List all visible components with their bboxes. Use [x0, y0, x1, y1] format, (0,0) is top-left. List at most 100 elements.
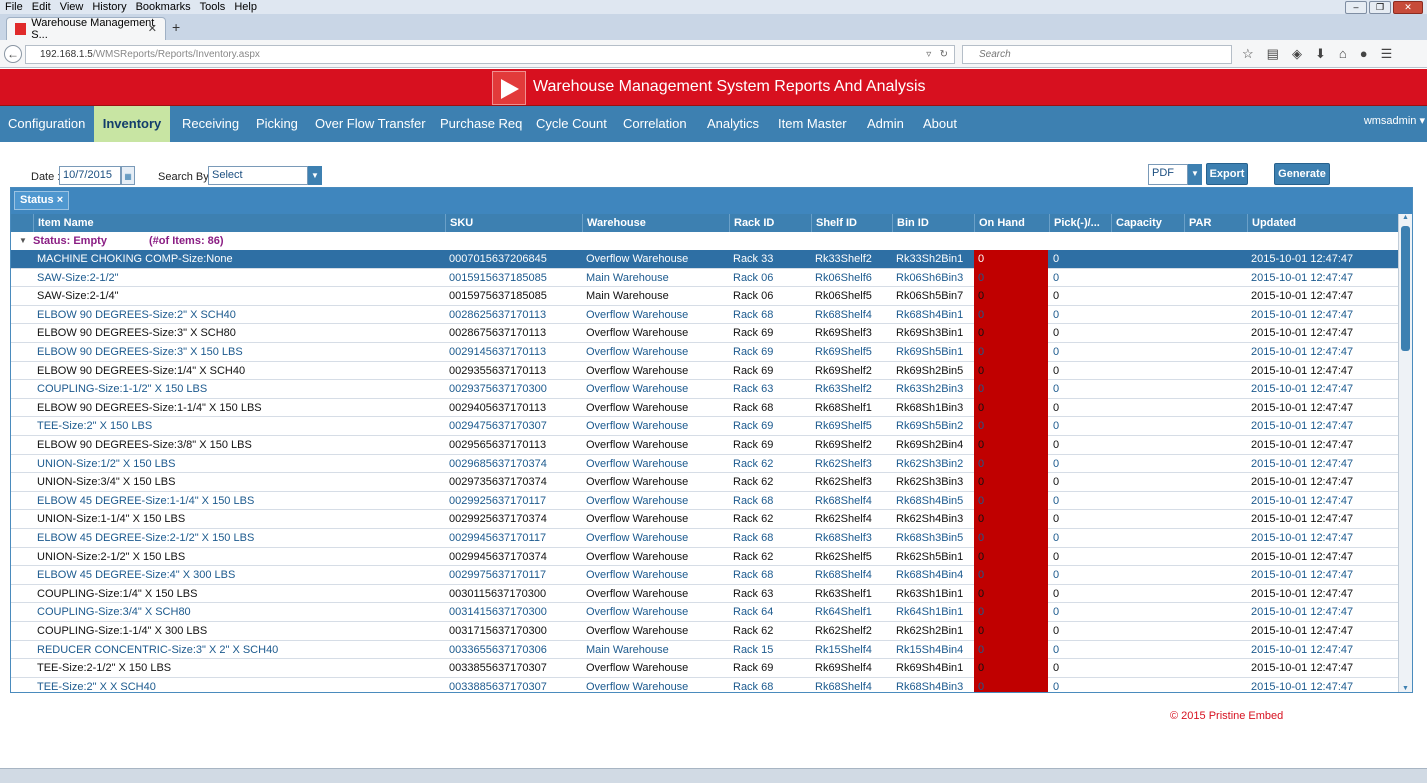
column-header[interactable]: Rack ID [729, 214, 809, 232]
table-row[interactable]: COUPLING-Size:1/4" X 150 LBS 003011563717… [11, 584, 1398, 604]
table-cell: Rk63Sh1Bin1 [896, 587, 964, 600]
scroll-down-icon[interactable]: ▼ [1402, 685, 1409, 692]
calendar-icon[interactable]: ▦ [121, 166, 135, 185]
group-chip-status[interactable]: Status × [14, 191, 70, 210]
format-chevron-icon[interactable]: ▼ [1188, 164, 1202, 185]
table-row[interactable]: ELBOW 90 DEGREES-Size:1-1/4" X 150 LBS 00… [11, 398, 1398, 418]
table-row[interactable]: UNION-Size:1-1/4" X 150 LBS 0029925637170… [11, 510, 1398, 529]
table-cell: 0 [974, 436, 1048, 455]
table-cell: Rack 68 [733, 308, 774, 321]
new-tab-icon[interactable]: + [172, 19, 180, 35]
chat-icon[interactable]: ● [1360, 46, 1368, 62]
group-row[interactable]: ▼ Status: Empty (#of Items: 86) [11, 232, 1398, 250]
export-button[interactable]: Export [1206, 163, 1248, 185]
table-row[interactable]: ELBOW 45 DEGREE-Size:1-1/4" X 150 LBS 002… [11, 491, 1398, 511]
column-header[interactable]: Pick(-)/... [1049, 214, 1109, 232]
column-header[interactable]: Item Name [33, 214, 443, 232]
column-header[interactable]: Capacity [1111, 214, 1183, 232]
table-row[interactable]: TEE-Size:2" X X SCH40 0033885637170307 Ove… [11, 677, 1398, 692]
browser-tab[interactable]: Warehouse Management S... ✕ [6, 17, 166, 41]
table-row[interactable]: ELBOW 90 DEGREES-Size:3" X 150 LBS 002914… [11, 343, 1398, 362]
menu-tools[interactable]: Tools [200, 1, 226, 13]
table-cell: 0 [1053, 346, 1060, 358]
nav-correlation[interactable]: Correlation [623, 106, 687, 142]
table-row[interactable]: MACHINE CHOKING COMP-Size:None 0007015637… [11, 250, 1398, 269]
url-bar[interactable]: 192.168.1.5/WMSReports/Reports/Inventory… [25, 45, 955, 64]
menu-file[interactable]: File [5, 1, 23, 13]
reload-icon[interactable]: ▿ ↻ [926, 46, 948, 63]
scroll-up-icon[interactable]: ▲ [1402, 214, 1409, 221]
table-row[interactable]: ELBOW 90 DEGREES-Size:1/4" X SCH40 002935… [11, 361, 1398, 381]
column-header[interactable]: Shelf ID [811, 214, 891, 232]
nav-analytics[interactable]: Analytics [707, 106, 759, 142]
table-row[interactable]: UNION-Size:1/2" X 150 LBS 002968563717037… [11, 454, 1398, 474]
vertical-scrollbar[interactable]: ▲ ▼ [1398, 214, 1412, 692]
user-menu[interactable]: wmsadmin ▾ [1364, 114, 1425, 127]
table-row[interactable]: ELBOW 90 DEGREES-Size:3" X SCH80 00286756… [11, 324, 1398, 343]
bookmark-star-icon[interactable]: ☆ [1242, 46, 1254, 62]
close-icon[interactable]: ✕ [1393, 1, 1423, 14]
column-header[interactable]: On Hand [974, 214, 1048, 232]
table-row[interactable]: COUPLING-Size:1-1/4" X 300 LBS 0031715637… [11, 622, 1398, 641]
nav-about[interactable]: About [923, 106, 957, 142]
restore-icon[interactable]: ❐ [1369, 1, 1391, 14]
browser-search-input[interactable]: Search [962, 45, 1232, 64]
table-row[interactable]: ELBOW 45 DEGREE-Size:4" X 300 LBS 0029975… [11, 566, 1398, 585]
nav-over-flow-transfer[interactable]: Over Flow Transfer [315, 106, 426, 142]
table-row[interactable]: TEE-Size:2" X 150 LBS 0029475637170307 Ove… [11, 417, 1398, 436]
table-cell: Rk69Sh2Bin4 [896, 439, 964, 451]
column-header[interactable]: Warehouse [582, 214, 727, 232]
nav-inventory[interactable]: Inventory [94, 106, 170, 142]
nav-receiving[interactable]: Receiving [182, 106, 239, 142]
app-title: Warehouse Management System Reports And … [533, 78, 926, 95]
collapse-triangle-icon[interactable]: ▼ [19, 232, 27, 250]
pocket-icon[interactable]: ◈ [1292, 46, 1302, 62]
menu-history[interactable]: History [92, 1, 126, 13]
table-row[interactable]: COUPLING-Size:3/4" X SCH80 00314156371703… [11, 603, 1398, 622]
chevron-down-icon[interactable]: ▼ [308, 166, 322, 185]
nav-purchase-req[interactable]: Purchase Req [440, 106, 522, 142]
menu-view[interactable]: View [60, 1, 84, 13]
table-row[interactable]: ELBOW 45 DEGREE-Size:2-1/2" X 150 LBS 002… [11, 529, 1398, 548]
menu-help[interactable]: Help [234, 1, 257, 13]
download-icon[interactable]: ⬇ [1315, 46, 1326, 62]
nav-picking[interactable]: Picking [256, 106, 298, 142]
column-header[interactable]: SKU [445, 214, 580, 232]
nav-item-master[interactable]: Item Master [778, 106, 847, 142]
table-cell: MACHINE CHOKING COMP-Size:None [37, 253, 233, 265]
close-chip-icon[interactable]: × [57, 194, 63, 206]
table-cell: 0 [1053, 401, 1060, 414]
column-header[interactable]: Updated [1247, 214, 1397, 232]
table-cell: 0029685637170374 [449, 457, 547, 470]
menu-bookmarks[interactable]: Bookmarks [136, 1, 191, 13]
hamburger-menu-icon[interactable]: ☰ [1381, 46, 1393, 62]
nav-configuration[interactable]: Configuration [8, 106, 85, 142]
close-tab-icon[interactable]: ✕ [148, 22, 157, 35]
menu-edit[interactable]: Edit [32, 1, 51, 13]
date-input[interactable]: 10/7/2015 [59, 166, 121, 185]
table-row[interactable]: TEE-Size:2-1/2" X 150 LBS 003385563717030… [11, 659, 1398, 678]
nav-cycle-count[interactable]: Cycle Count [536, 106, 607, 142]
search-by-select[interactable]: Select [208, 166, 308, 185]
table-row[interactable]: ELBOW 90 DEGREES-Size:3/8" X 150 LBS 0029… [11, 436, 1398, 455]
home-icon[interactable]: ⌂ [1339, 46, 1347, 62]
table-row[interactable]: SAW-Size:2-1/4" 0015975637185085 Main Ware… [11, 287, 1398, 306]
scroll-thumb[interactable] [1401, 226, 1410, 351]
table-row[interactable]: REDUCER CONCENTRIC-Size:3" X 2" X SCH40 0… [11, 640, 1398, 660]
table-row[interactable]: UNION-Size:2-1/2" X 150 LBS 0029945637170… [11, 547, 1398, 567]
table-cell: 0 [1053, 476, 1060, 489]
back-arrow-icon[interactable]: ← [4, 45, 22, 63]
filter-bar: Date : 10/7/2015 ▦ Search By: Select ▼ P… [0, 160, 1427, 188]
generate-button[interactable]: Generate [1274, 163, 1330, 185]
minimize-icon[interactable]: – [1345, 1, 1367, 14]
reading-list-icon[interactable]: ▤ [1267, 46, 1279, 62]
column-header[interactable]: Bin ID [892, 214, 972, 232]
table-cell: 0033855637170307 [449, 662, 547, 675]
table-row[interactable]: COUPLING-Size:1-1/2" X 150 LBS 0029375637… [11, 380, 1398, 399]
nav-admin[interactable]: Admin [867, 106, 904, 142]
table-row[interactable]: UNION-Size:3/4" X 150 LBS 002973563717037… [11, 473, 1398, 492]
table-row[interactable]: ELBOW 90 DEGREES-Size:2" X SCH40 00286256… [11, 305, 1398, 325]
column-header[interactable]: PAR [1184, 214, 1244, 232]
table-row[interactable]: SAW-Size:2-1/2" 0015915637185085 Main Ware… [11, 268, 1398, 288]
format-select[interactable]: PDF [1148, 164, 1188, 185]
